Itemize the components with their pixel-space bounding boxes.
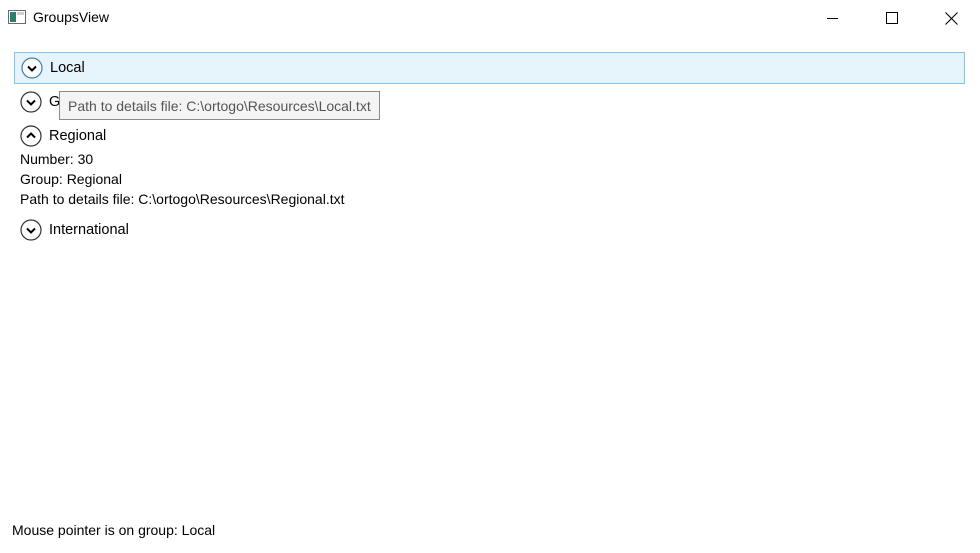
group-header-regional[interactable]: Regional (14, 120, 106, 152)
group-international: International (14, 214, 129, 246)
close-button[interactable] (928, 0, 974, 36)
chevron-up-icon[interactable] (14, 125, 42, 147)
minimize-icon (827, 12, 839, 24)
group-regional: Regional (14, 120, 106, 152)
group-header-international[interactable]: International (14, 214, 129, 246)
group-second: G (14, 86, 60, 118)
group-label: Regional (49, 128, 107, 144)
group-local: Local (14, 52, 965, 84)
close-icon (944, 11, 958, 25)
chevron-down-icon[interactable] (14, 91, 42, 113)
chevron-down-icon[interactable] (15, 57, 43, 79)
window-title: GroupsView (33, 9, 110, 25)
detail-group: Group: Regional (20, 171, 122, 187)
group-details-regional: Number: 30 Group: Regional Path to detai… (20, 149, 345, 209)
detail-number: Number: 30 (20, 151, 94, 167)
group-header-local[interactable]: Local (14, 52, 965, 84)
chevron-down-icon[interactable] (14, 219, 42, 241)
group-label: Local (50, 60, 85, 76)
maximize-button[interactable] (869, 0, 915, 36)
group-label: International (49, 222, 129, 238)
title-bar[interactable]: GroupsView (0, 0, 980, 36)
app-window-icon (8, 10, 26, 24)
tooltip: Path to details file: C:\ortogo\Resource… (59, 91, 380, 120)
group-header-second[interactable]: G (14, 86, 60, 118)
maximize-icon (886, 12, 898, 24)
status-text: Mouse pointer is on group: Local (12, 522, 216, 538)
detail-path: Path to details file: C:\ortogo\Resource… (20, 191, 345, 207)
minimize-button[interactable] (810, 0, 856, 36)
